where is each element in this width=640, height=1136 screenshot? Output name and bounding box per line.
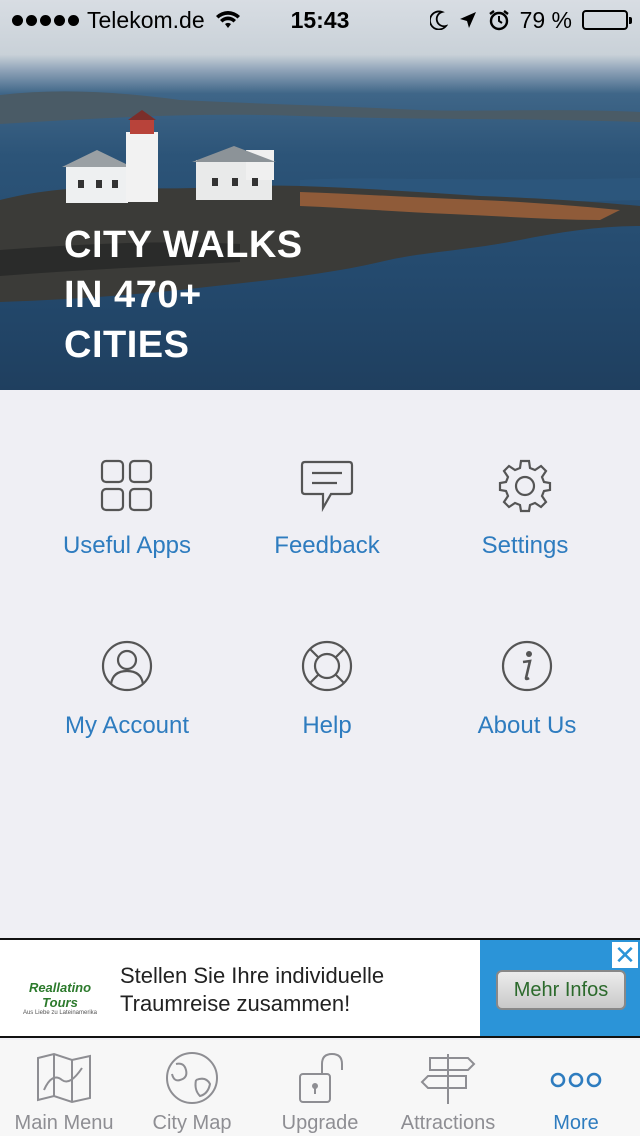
chat-bubble-icon: [300, 460, 354, 513]
globe-icon: [166, 1052, 218, 1104]
menu-item-my-account[interactable]: My Account: [27, 638, 227, 740]
gear-icon: [498, 459, 552, 513]
signal-strength-icon: [12, 14, 79, 26]
tab-main-menu[interactable]: Main Menu: [0, 1040, 128, 1136]
alarm-icon: [488, 10, 509, 31]
wifi-icon: [215, 11, 240, 28]
menu-item-label: Useful Apps: [62, 532, 192, 559]
ad-banner[interactable]: Reallatino Tours Aus Liebe zu Lateinamer…: [0, 938, 640, 1038]
menu-item-about-us[interactable]: About Us: [427, 638, 627, 740]
status-bar: Telekom.de 15:43 79 %: [0, 0, 640, 40]
ad-close-icon[interactable]: ✕: [612, 942, 638, 968]
hero-title-line: CITY WALKS: [64, 224, 303, 266]
hero-title-line: IN 470+: [64, 274, 202, 316]
ad-more-info-button[interactable]: Mehr Infos: [496, 970, 626, 1010]
menu-item-help[interactable]: Help: [227, 638, 427, 740]
grid-icon: [100, 459, 153, 512]
user-icon: [101, 640, 153, 692]
ad-text: Stellen Sie Ihre individuelle Traumreise…: [120, 963, 385, 1016]
hero-title-line: CITIES: [64, 324, 190, 366]
hero-banner: CITY WALKS IN 470+ CITIES: [0, 0, 640, 390]
carrier-name: Telekom.de: [87, 6, 205, 33]
tab-more[interactable]: More: [512, 1040, 640, 1136]
signpost-icon: [420, 1054, 476, 1104]
unlock-icon: [299, 1052, 343, 1103]
location-arrow-icon: [459, 12, 476, 28]
tab-label: More: [553, 1112, 599, 1134]
menu-item-label: Settings: [481, 532, 569, 559]
menu-item-label: My Account: [64, 712, 190, 739]
tab-upgrade[interactable]: Upgrade: [256, 1040, 384, 1136]
menu-item-settings[interactable]: Settings: [425, 458, 625, 560]
lifebuoy-icon: [301, 640, 353, 692]
do-not-disturb-icon: [429, 10, 448, 30]
ad-logo-subtitle: Aus Liebe zu Lateinamerika: [22, 1010, 98, 1016]
tab-label: City Map: [152, 1112, 232, 1134]
menu-item-feedback[interactable]: Feedback: [227, 458, 427, 560]
tab-label: Upgrade: [281, 1112, 359, 1134]
menu-item-label: Feedback: [274, 532, 380, 559]
tab-city-map[interactable]: City Map: [128, 1040, 256, 1136]
tab-bar: Main Menu City Map Upgrade Attractions M…: [0, 1040, 640, 1136]
battery-icon: [582, 10, 632, 30]
menu-item-useful-apps[interactable]: Useful Apps: [27, 458, 227, 560]
ad-logo: Reallatino Tours Aus Liebe zu Lateinamer…: [10, 980, 110, 1016]
info-icon: [501, 640, 553, 692]
tab-label: Attractions: [400, 1112, 496, 1134]
hero-title: CITY WALKS IN 470+ CITIES: [64, 220, 303, 370]
more-menu-grid: Useful Apps Feedback Settings My Account…: [0, 390, 640, 940]
map-icon: [37, 1052, 91, 1104]
tab-label: Main Menu: [14, 1112, 114, 1134]
more-dots-icon: [550, 1072, 602, 1088]
menu-item-label: Help: [302, 712, 352, 739]
menu-item-label: About Us: [477, 712, 577, 739]
ad-logo-title: Reallatino Tours: [28, 980, 92, 1010]
battery-percent: 79 %: [519, 6, 572, 33]
tab-attractions[interactable]: Attractions: [384, 1040, 512, 1136]
